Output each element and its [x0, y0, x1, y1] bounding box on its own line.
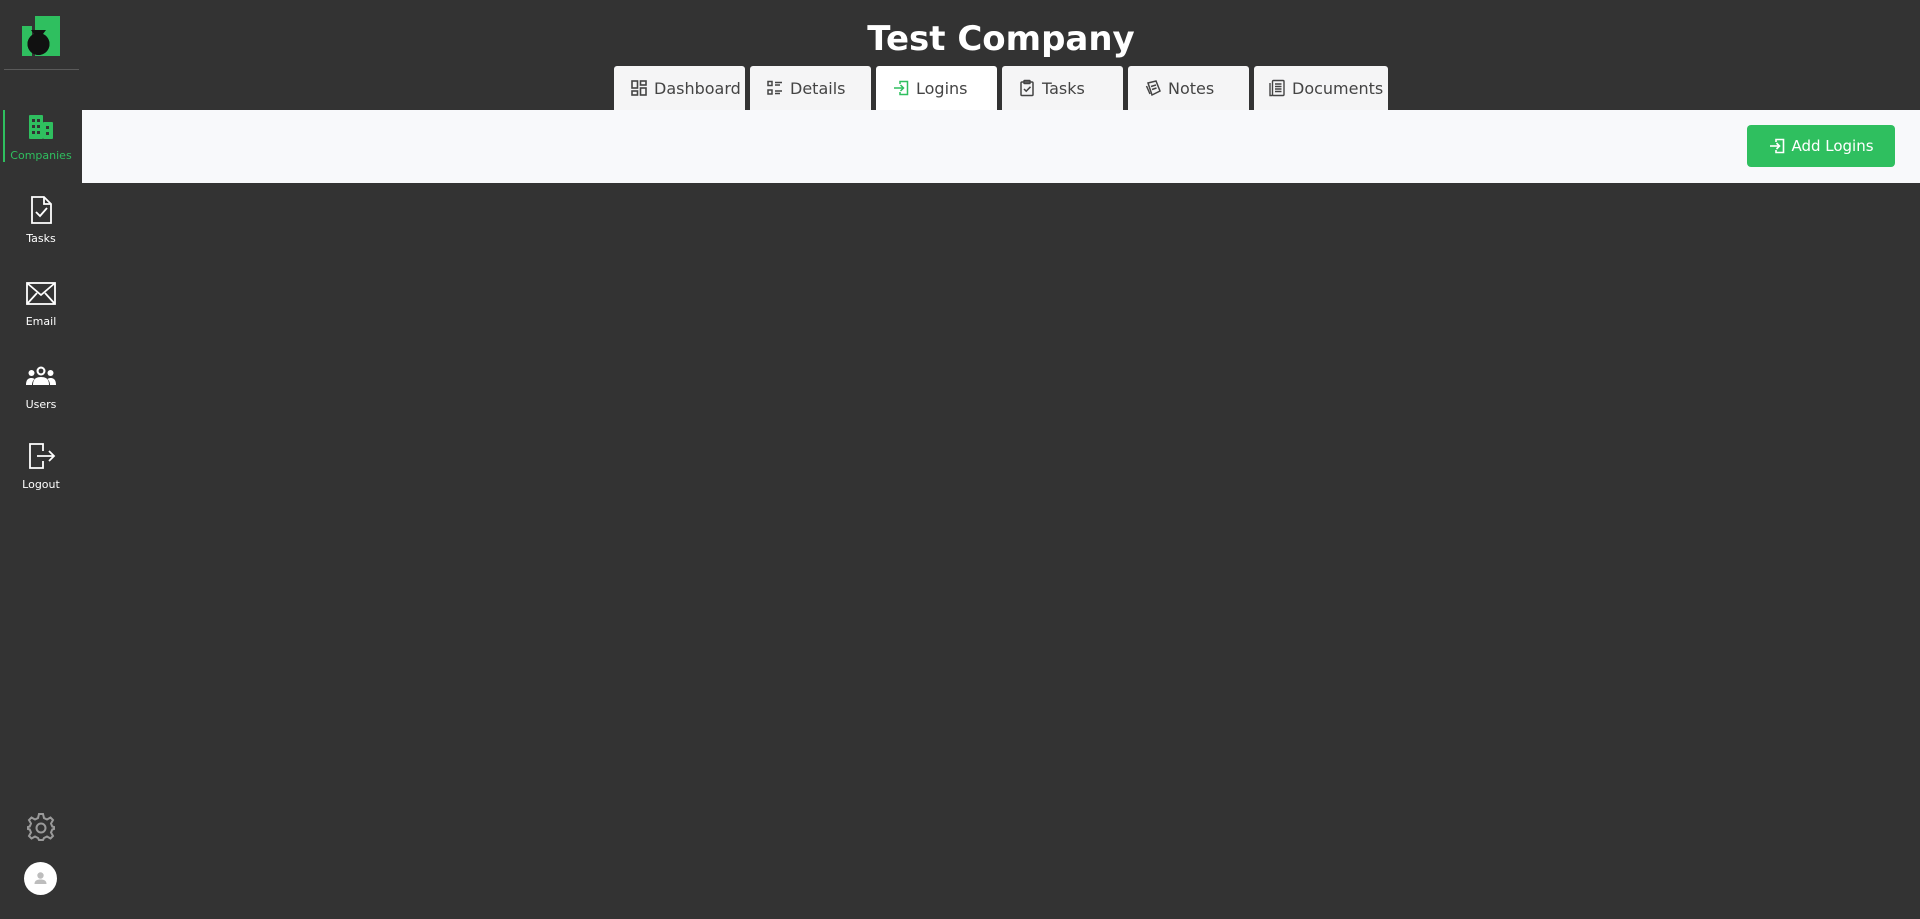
users-icon	[25, 360, 57, 392]
page-title: Test Company	[867, 19, 1135, 59]
tab-label: Dashboard	[654, 78, 741, 98]
sidebar-item-logout[interactable]: Logout	[0, 440, 82, 491]
logout-icon	[25, 440, 57, 472]
tab-label: Notes	[1168, 78, 1215, 98]
add-logins-label: Add Logins	[1791, 137, 1874, 155]
building-icon	[25, 111, 57, 143]
envelope-icon	[25, 277, 57, 309]
tab-dashboard[interactable]: Dashboard	[614, 66, 745, 110]
sidebar-item-users[interactable]: Users	[0, 360, 82, 411]
tab-label: Tasks	[1042, 78, 1085, 98]
tab-details[interactable]: Details	[750, 66, 871, 110]
sidebar-item-tasks[interactable]: Tasks	[0, 194, 82, 245]
login-icon	[1768, 137, 1786, 155]
sidebar-item-companies[interactable]: Companies	[0, 111, 82, 162]
company-logo-icon[interactable]	[22, 16, 60, 56]
sidebar-item-email[interactable]: Email	[0, 277, 82, 328]
tab-label: Logins	[916, 78, 968, 98]
list-details-icon	[766, 79, 784, 97]
sidebar-item-label: Companies	[10, 149, 72, 162]
tab-documents[interactable]: Documents	[1254, 66, 1388, 110]
clipboard-check-icon	[1018, 79, 1036, 97]
sidebar-item-label: Users	[25, 398, 57, 411]
sidebar-item-label: Tasks	[26, 232, 56, 245]
sidebar: Companies Tasks Email Users Logout	[0, 0, 82, 919]
tab-label: Documents	[1292, 78, 1384, 98]
content-toolbar: Add Logins	[82, 110, 1920, 183]
tab-label: Details	[790, 78, 846, 98]
tab-notes[interactable]: Notes	[1128, 66, 1249, 110]
sidebar-item-label: Logout	[22, 478, 60, 491]
dashboard-icon	[630, 79, 648, 97]
tab-tasks[interactable]: Tasks	[1002, 66, 1123, 110]
login-icon	[892, 79, 910, 97]
tab-logins[interactable]: Logins	[876, 66, 997, 110]
gear-icon[interactable]	[26, 812, 56, 842]
user-avatar-icon[interactable]	[24, 862, 57, 895]
sidebar-item-label: Email	[25, 315, 57, 328]
document-check-icon	[25, 194, 57, 226]
logo-divider	[4, 69, 79, 70]
documents-icon	[1268, 79, 1286, 97]
add-logins-button[interactable]: Add Logins	[1747, 125, 1895, 167]
notes-icon	[1144, 79, 1162, 97]
